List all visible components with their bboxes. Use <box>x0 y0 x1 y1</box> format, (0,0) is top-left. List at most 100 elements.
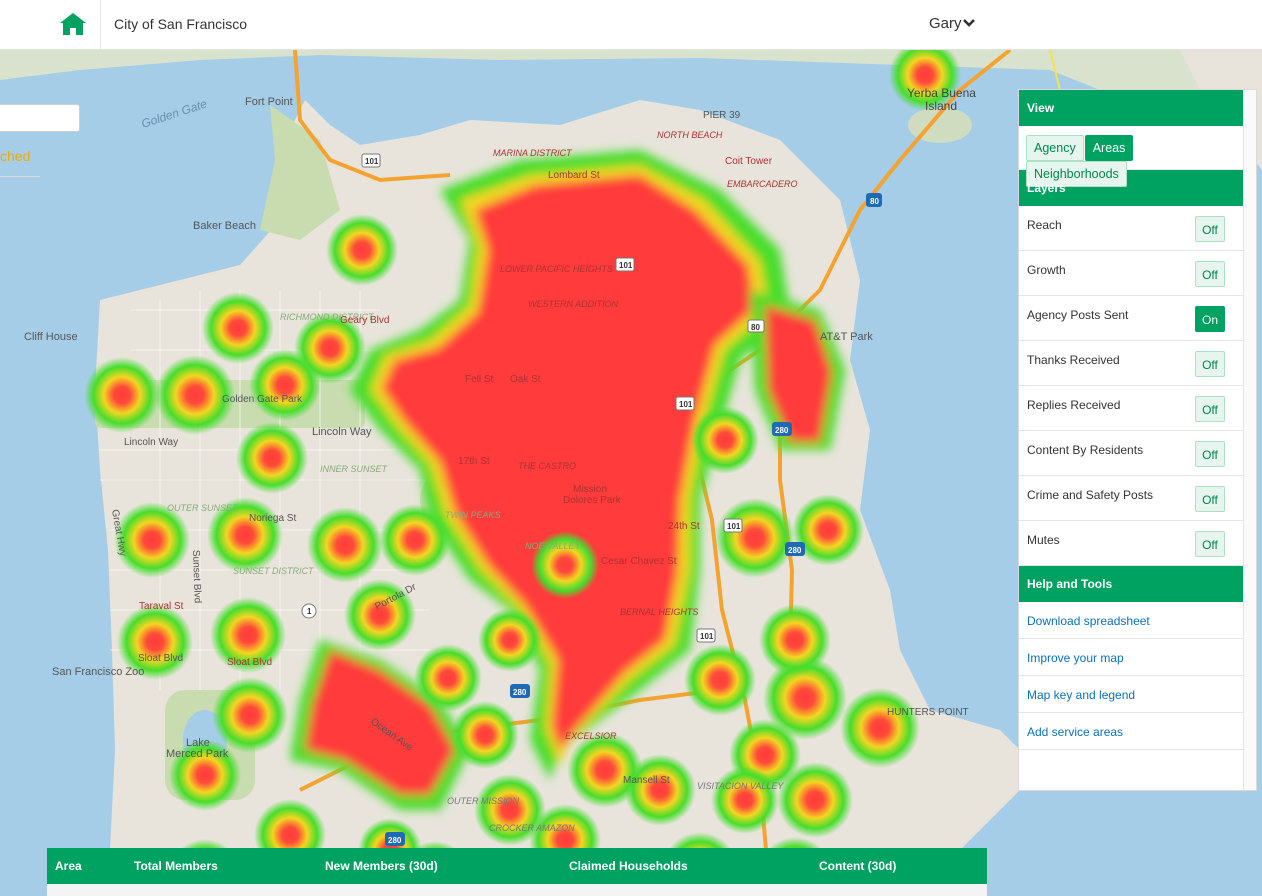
map-label-merced-park: Merced Park <box>166 748 229 760</box>
layer-toggle-reach[interactable]: Off <box>1195 216 1225 242</box>
map-label-oak: Oak St <box>510 374 541 385</box>
map-label-crocker-amazon: CROCKER AMAZON <box>489 823 575 833</box>
view-section-header: View <box>1019 90 1243 126</box>
layer-label: Content By Residents <box>1027 443 1144 457</box>
map-label-western-add: WESTERN ADDITION <box>528 299 619 309</box>
map-label-fell: Fell St <box>465 374 494 385</box>
map-label-sunset-district: SUNSET DISTRICT <box>233 566 315 576</box>
route-shield-101-b: 101 <box>619 261 633 270</box>
layer-row-reach: Reach Off <box>1019 206 1243 251</box>
improve-map-link[interactable]: Improve your map <box>1019 639 1243 676</box>
column-header-total-members[interactable]: Total Members <box>134 859 218 873</box>
route-shield-280-a: 280 <box>775 426 789 435</box>
column-header-area[interactable]: Area <box>55 859 82 873</box>
route-shield-280-d: 280 <box>388 836 402 845</box>
home-icon <box>60 13 86 35</box>
map-label-noe-valley: NOE VALLEY <box>525 541 582 551</box>
map-label-geary: Geary Blvd <box>340 315 389 326</box>
layer-label: Agency Posts Sent <box>1027 308 1129 322</box>
map-label-dolores-park: Dolores Park <box>563 495 622 506</box>
map-label-lombard: Lombard St <box>548 170 600 181</box>
map-label-bernal-heights: BERNAL HEIGHTS <box>620 607 698 617</box>
route-shield-101-d: 101 <box>727 522 741 531</box>
route-shield-101-c: 101 <box>679 400 693 409</box>
home-button[interactable] <box>0 0 101 50</box>
map-label-sunset-blvd: Sunset Blvd <box>190 550 203 604</box>
layer-toggle-content-residents[interactable]: Off <box>1195 441 1225 467</box>
page-title: City of San Francisco <box>114 16 248 32</box>
help-section-header: Help and Tools <box>1019 566 1243 602</box>
layer-toggle-mutes[interactable]: Off <box>1195 531 1225 557</box>
stats-table-header: Area Total Members New Members (30d) Cla… <box>47 848 987 884</box>
download-spreadsheet-link[interactable]: Download spreadsheet <box>1019 602 1243 639</box>
layer-row-agency-posts: Agency Posts Sent On <box>1019 296 1243 341</box>
map-label-embarcadero: EMBARCADERO <box>727 179 798 189</box>
map-label-outer-mission: OUTER MISSION <box>447 796 520 806</box>
stats-table-body <box>47 884 987 896</box>
layer-label: Reach <box>1027 218 1062 232</box>
layer-row-content-residents: Content By Residents Off <box>1019 431 1243 476</box>
route-shield-280-b: 280 <box>788 546 802 555</box>
route-shield-101-e: 101 <box>700 632 714 641</box>
layer-row-thanks: Thanks Received Off <box>1019 341 1243 386</box>
layer-toggle-crime-safety[interactable]: Off <box>1195 486 1225 512</box>
layer-toggle-agency-posts[interactable]: On <box>1195 306 1225 332</box>
map-label-mansell: Mansell St <box>623 775 670 786</box>
add-service-areas-link[interactable]: Add service areas <box>1019 713 1243 750</box>
view-agency-button[interactable]: Agency <box>1026 135 1084 161</box>
panel-scrollbar[interactable] <box>1243 90 1256 790</box>
column-header-claimed-households[interactable]: Claimed Households <box>569 859 688 873</box>
column-header-new-members[interactable]: New Members (30d) <box>325 859 438 873</box>
route-shield-280-c: 280 <box>513 688 527 697</box>
chevron-down-icon[interactable] <box>962 17 976 29</box>
map-label-lincoln-way-2: Lincoln Way <box>124 437 178 448</box>
layer-label: Crime and Safety Posts <box>1027 488 1154 502</box>
top-bar: City of San Francisco Gary <box>0 0 1262 50</box>
map-label-excelsior: EXCELSIOR <box>565 731 617 741</box>
column-header-content[interactable]: Content (30d) <box>819 859 896 873</box>
map-label-att-park: AT&T Park <box>820 331 873 343</box>
view-areas-button[interactable]: Areas <box>1084 135 1134 161</box>
layer-label: Thanks Received <box>1027 353 1120 367</box>
layer-label: Growth <box>1027 263 1066 277</box>
layer-row-growth: Growth Off <box>1019 251 1243 296</box>
map-label-gg-park: Golden Gate Park <box>222 394 303 405</box>
route-shield-1: 1 <box>307 607 312 616</box>
map-key-link[interactable]: Map key and legend <box>1019 676 1243 713</box>
layer-toggle-replies[interactable]: Off <box>1195 396 1225 422</box>
map-label-island: Island <box>925 99 957 113</box>
map-label-coit-tower: Coit Tower <box>725 156 773 167</box>
map-label-taraval: Taraval St <box>139 601 184 612</box>
map-label-24th: 24th St <box>668 521 700 532</box>
layer-row-mutes: Mutes Off <box>1019 521 1243 566</box>
view-toggle-group: Agency AreasNeighborhoods <box>1019 126 1243 187</box>
map-label-sf-zoo: San Francisco Zoo <box>52 666 144 678</box>
layer-toggle-growth[interactable]: Off <box>1195 261 1225 287</box>
user-name[interactable]: Gary <box>929 15 962 32</box>
left-panel-tab[interactable]: ched <box>0 148 30 164</box>
layer-row-replies: Replies Received Off <box>1019 386 1243 431</box>
map-label-17th: 17th St <box>458 456 490 467</box>
route-shield-80: 80 <box>870 197 879 206</box>
map-label-castro: THE CASTRO <box>518 461 576 471</box>
layer-toggle-thanks[interactable]: Off <box>1195 351 1225 377</box>
map-label-cesar-chavez: Cesar Chavez St <box>601 556 677 567</box>
map-label-cliff-house: Cliff House <box>24 331 78 343</box>
layer-label: Mutes <box>1027 533 1060 547</box>
map-label-noriega: Noriega St <box>249 513 296 524</box>
map-label-sloat: Sloat Blvd <box>138 653 183 664</box>
left-tab-divider <box>0 176 40 177</box>
map-label-visitacion: VISITACION VALLEY <box>697 781 784 791</box>
map-label-inner-sunset: INNER SUNSET <box>320 464 389 474</box>
route-shield-101-a: 101 <box>365 157 379 166</box>
map-label-fort-point: Fort Point <box>245 96 293 108</box>
map-label-marina: MARINA DISTRICT <box>493 148 573 158</box>
layer-label: Replies Received <box>1027 398 1121 412</box>
map-label-hunters-point: HUNTERS POINT <box>887 707 969 718</box>
map-control-panel: View Agency AreasNeighborhoods Layers Rea… <box>1018 89 1257 791</box>
map-label-lincoln-way: Lincoln Way <box>312 426 372 438</box>
left-search-input[interactable] <box>0 104 80 132</box>
layer-row-crime-safety: Crime and Safety Posts Off <box>1019 476 1243 521</box>
map-label-mission: Mission <box>573 484 607 495</box>
map-label-lower-pac: LOWER PACIFIC HEIGHTS <box>500 264 613 274</box>
